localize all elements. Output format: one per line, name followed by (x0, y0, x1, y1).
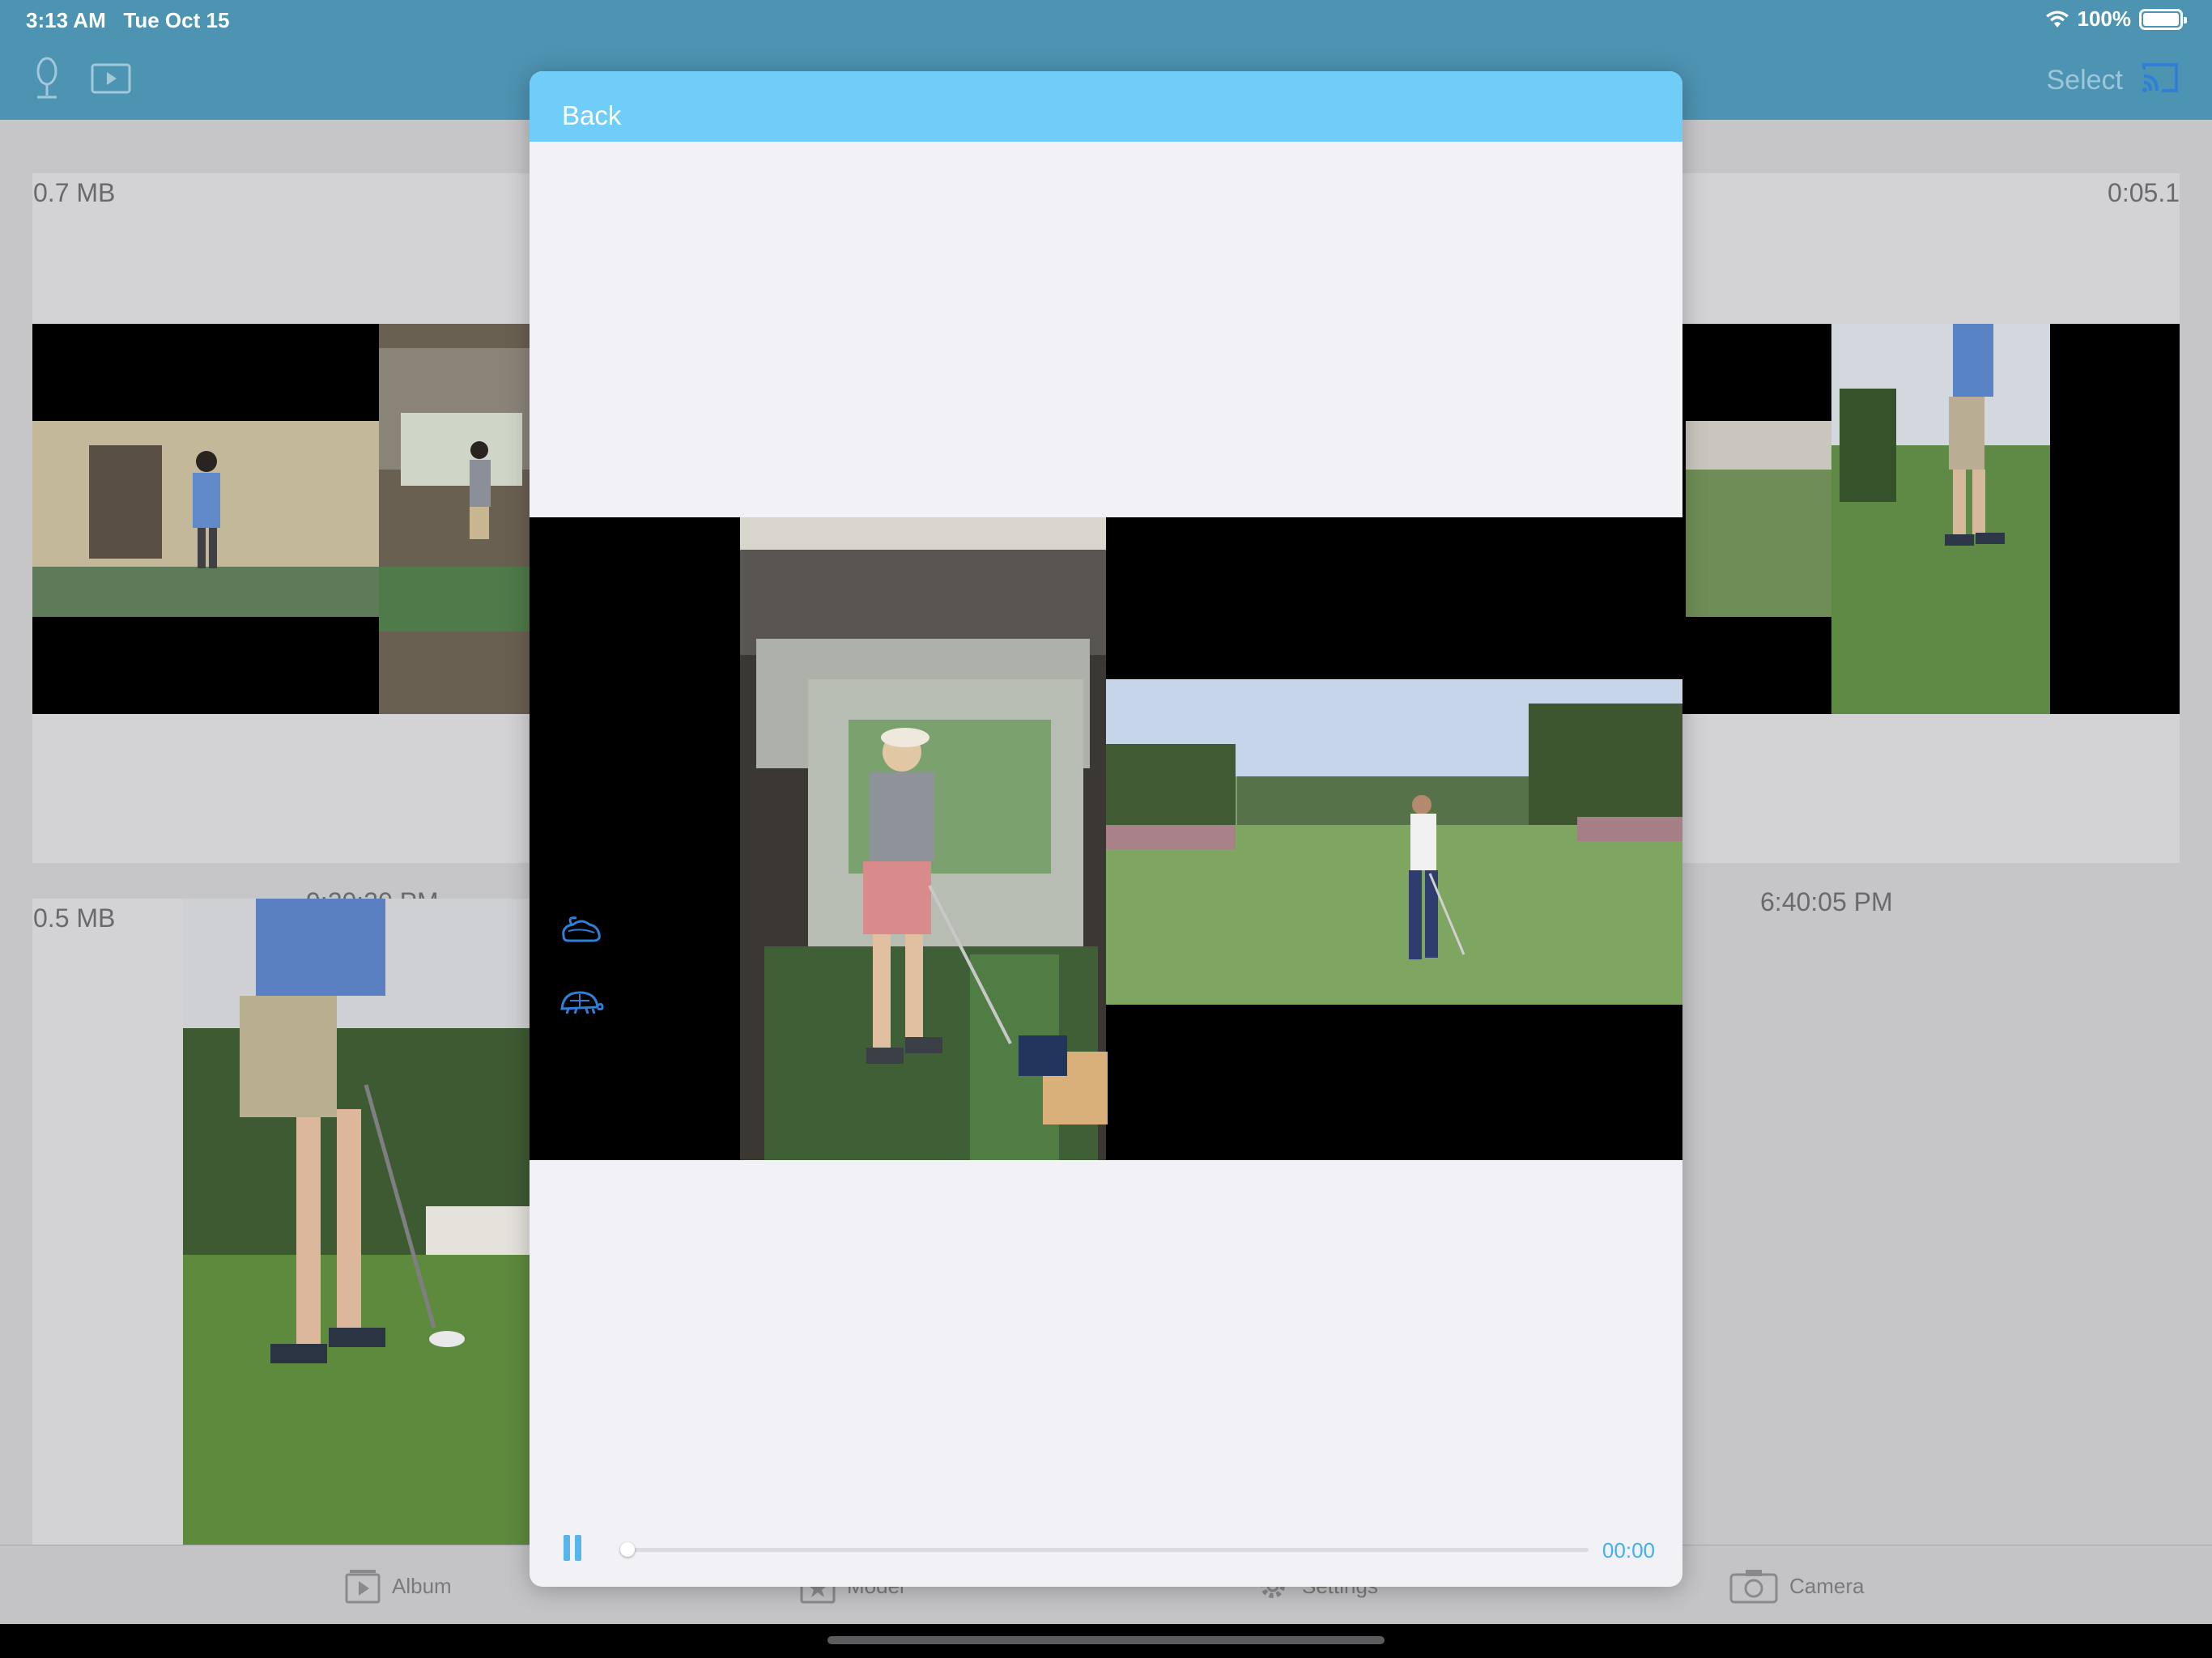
status-indicators: 100% (2045, 6, 2187, 32)
timestamp-label: 6:40:05 PM (1760, 887, 1893, 916)
select-button[interactable]: Select (2047, 65, 2124, 96)
tab-camera[interactable]: Camera (1729, 1568, 1864, 1604)
status-clock: 3:13 AM (26, 8, 106, 32)
wifi-icon (2045, 11, 2069, 28)
back-button[interactable]: Back (562, 100, 621, 131)
battery-percentage: 100% (2077, 6, 2132, 31)
status-date: Tue Oct 15 (123, 8, 230, 32)
rabbit-icon[interactable] (557, 913, 604, 946)
turtle-icon[interactable] (557, 984, 604, 1017)
camera-icon (1729, 1570, 1778, 1604)
progress-bar[interactable] (620, 1548, 1589, 1552)
modal-header: Back (530, 71, 1682, 142)
battery-icon (2139, 8, 2187, 30)
gallery-cell[interactable]: 0.7 MB 9:20:20 PM (32, 173, 551, 916)
pause-icon[interactable] (564, 1535, 588, 1562)
video-thumbnail (32, 324, 551, 714)
tab-album[interactable]: Album (345, 1568, 452, 1604)
album-icon (345, 1570, 381, 1604)
status-time: 3:13 AM Tue Oct 15 (26, 8, 229, 33)
tab-label: Album (392, 1573, 452, 1598)
microphone-icon[interactable] (31, 57, 63, 102)
gallery-cell[interactable]: 0.5 MB (32, 899, 551, 1545)
current-time-label: 00:00 (1602, 1538, 1655, 1562)
cast-icon[interactable] (2141, 62, 2180, 94)
file-size-label: 0.7 MB (33, 178, 116, 207)
left-video-frame (740, 517, 1108, 1160)
video-player[interactable] (530, 517, 1682, 1160)
gallery-cell[interactable]: 0:05.1 6:40:05 PM (1670, 173, 2180, 916)
video-thumbnail (1670, 324, 2180, 714)
right-video-frame (1106, 679, 1682, 1005)
file-size-label: 0.5 MB (33, 903, 116, 933)
video-play-icon[interactable] (91, 63, 131, 94)
video-thumbnail (183, 899, 551, 1545)
video-compare-modal: Back 00:00 (530, 71, 1682, 1587)
home-indicator[interactable] (827, 1636, 1385, 1644)
tab-label: Camera (1789, 1573, 1865, 1598)
scrubber-handle[interactable] (620, 1542, 635, 1557)
duration-label: 0:05.1 (2108, 178, 2180, 207)
